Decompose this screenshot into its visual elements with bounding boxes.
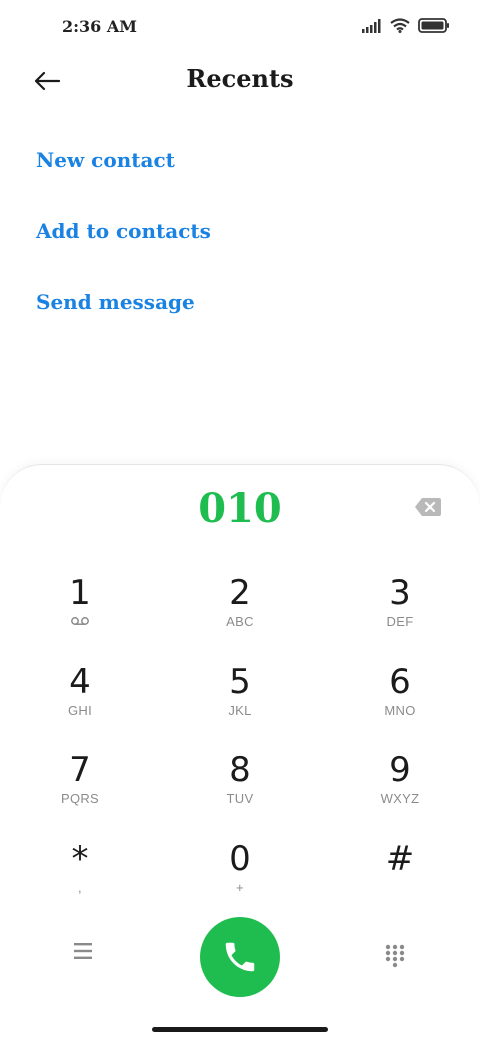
actions-list: New contact Add to contacts Send message [36,140,211,353]
key-letters: GHI [67,703,92,718]
key-digit: 5 [229,662,251,702]
key-letters: MNO [384,703,416,718]
key-digit: # [385,839,415,879]
key-7[interactable]: 7 PQRS [20,750,140,834]
send-message-link[interactable]: Send message [36,282,211,353]
menu-icon [74,943,92,959]
key-1[interactable]: 1 [20,573,140,657]
key-4[interactable]: 4 GHI [20,662,140,746]
key-letters: + [236,880,244,895]
key-digit: 8 [229,750,251,790]
status-icons [362,18,450,33]
status-time: 2:36 AM [62,17,137,36]
key-0[interactable]: 0 + [180,839,300,923]
key-letters: , [78,880,82,895]
dialer-bottom-row [0,917,480,997]
key-digit: 4 [69,662,91,702]
key-8[interactable]: 8 TUV [180,750,300,834]
key-star[interactable]: * , [20,839,140,923]
dialed-number: 010 [198,485,282,532]
key-digit: 1 [69,573,91,613]
backspace-button[interactable] [414,497,442,517]
wifi-icon [390,18,410,33]
key-digit: 2 [229,573,251,613]
key-5[interactable]: 5 JKL [180,662,300,746]
home-indicator[interactable] [152,1027,328,1032]
dialpad-icon [385,944,405,968]
header: Recents [0,56,480,108]
key-letters: WXYZ [380,791,420,806]
key-2[interactable]: 2 ABC [180,573,300,657]
key-letters: JKL [228,703,252,718]
new-contact-link[interactable]: New contact [36,140,211,211]
status-bar: 2:36 AM [0,0,480,56]
keypad-toggle-button[interactable] [385,944,405,968]
key-9[interactable]: 9 WXYZ [340,750,460,834]
add-to-contacts-link[interactable]: Add to contacts [36,211,211,282]
key-digit: 6 [389,662,411,702]
voicemail-icon [71,617,89,625]
key-letters: PQRS [60,791,100,806]
backspace-icon [415,498,441,516]
dialer-panel: 010 1 2 ABC 3 DEF 4 GHI 5 JKL 6 MNO 7 PQ… [0,464,480,1041]
battery-icon [418,18,449,33]
key-3[interactable]: 3 DEF [340,573,460,657]
key-letters: DEF [386,614,414,629]
key-letters [20,613,140,631]
page-title: Recents [186,64,294,93]
key-digit: * [71,839,89,879]
key-digit: 7 [69,750,91,790]
key-letters: TUV [226,791,254,806]
phone-icon [225,942,255,972]
key-hash[interactable]: # [340,839,460,923]
key-letters: ABC [226,614,254,629]
key-digit: 3 [389,573,411,613]
key-digit: 9 [389,750,411,790]
key-digit: 0 [229,839,251,879]
call-button[interactable] [200,917,280,997]
key-6[interactable]: 6 MNO [340,662,460,746]
menu-button[interactable] [72,941,98,971]
signal-icon [362,18,381,33]
